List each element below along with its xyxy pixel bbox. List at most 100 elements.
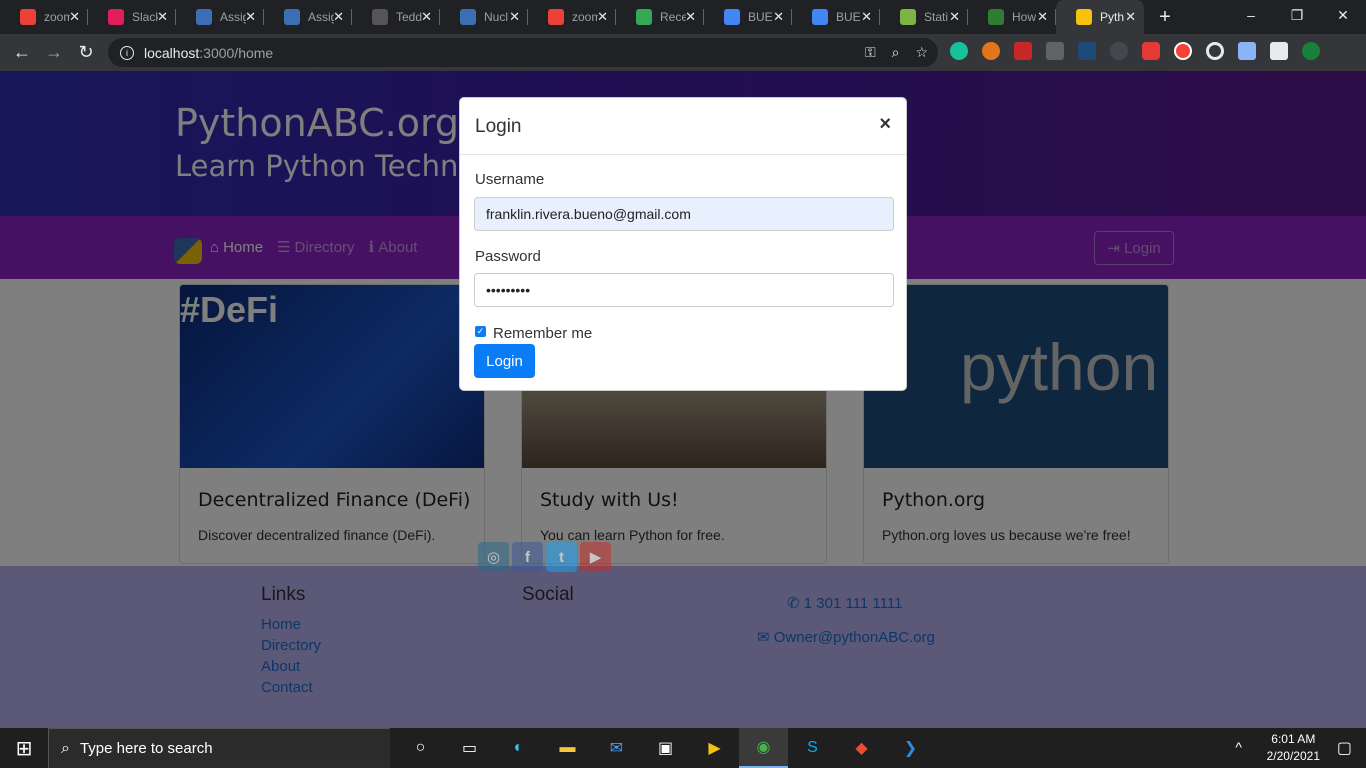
forward-button[interactable]: → bbox=[38, 42, 70, 63]
windows-start-icon[interactable]: ⊞ bbox=[0, 736, 48, 761]
youtube-ext-icon[interactable] bbox=[1142, 42, 1160, 60]
target-ext-icon[interactable] bbox=[1206, 42, 1224, 60]
facebook-icon[interactable]: f bbox=[512, 542, 543, 572]
vscode-icon[interactable]: ❯ bbox=[886, 728, 935, 768]
url-text[interactable]: localhost:3000/home bbox=[144, 45, 273, 61]
close-window-button[interactable]: ✕ bbox=[1320, 0, 1366, 34]
browser-tab[interactable]: Assig✕ bbox=[264, 0, 352, 34]
minimize-button[interactable]: – bbox=[1228, 0, 1274, 34]
extension-red-icon[interactable] bbox=[1014, 42, 1032, 60]
tab-label: Tedd bbox=[396, 10, 422, 24]
edge-icon[interactable]: ◐ bbox=[494, 728, 543, 768]
close-icon[interactable]: × bbox=[879, 113, 891, 136]
modal-header: Login × bbox=[460, 98, 906, 155]
grammarly-icon[interactable] bbox=[950, 42, 968, 60]
tab-close-icon[interactable]: ✕ bbox=[421, 9, 432, 25]
remember-me-label[interactable]: Remember me bbox=[493, 325, 592, 342]
tab-close-icon[interactable]: ✕ bbox=[509, 9, 520, 25]
tab-close-icon[interactable]: ✕ bbox=[685, 9, 696, 25]
browser-tab[interactable]: Nucl ✕ bbox=[440, 0, 528, 34]
browser-tab[interactable]: Stati ✕ bbox=[880, 0, 968, 34]
new-tab-button[interactable]: + bbox=[1150, 6, 1180, 29]
clock-date: 2/20/2021 bbox=[1266, 749, 1320, 763]
browser-tab[interactable]: BUE ✕ bbox=[792, 0, 880, 34]
tab-close-icon[interactable]: ✕ bbox=[69, 9, 80, 25]
site-info-icon[interactable]: i bbox=[120, 45, 134, 60]
tab-close-icon[interactable]: ✕ bbox=[861, 9, 872, 25]
git-icon[interactable]: ◆ bbox=[837, 728, 886, 768]
login-modal: Login × Username franklin.rivera.bueno@g… bbox=[459, 97, 907, 391]
tab-close-icon[interactable]: ✕ bbox=[333, 9, 344, 25]
reload-button[interactable]: ↻ bbox=[70, 42, 102, 63]
browser-tab[interactable]: Pyth ✕ bbox=[1056, 0, 1144, 34]
assign-icon bbox=[284, 9, 300, 25]
nucl-icon bbox=[460, 9, 476, 25]
restore-button[interactable]: ❐ bbox=[1274, 0, 1320, 34]
taskbar-search-box[interactable]: ⌕ Type here to search bbox=[48, 728, 390, 768]
username-field[interactable]: franklin.rivera.bueno@gmail.com bbox=[474, 197, 894, 231]
zoom-icon[interactable]: ⌕ bbox=[892, 44, 900, 61]
bookmark-star-icon[interactable]: ☆ bbox=[915, 44, 928, 61]
browser-tab[interactable]: Tedd ✕ bbox=[352, 0, 440, 34]
notification-icon[interactable]: ▢ bbox=[1337, 738, 1352, 758]
media-icon[interactable]: ▶ bbox=[690, 728, 739, 768]
browser-tab[interactable]: Assig✕ bbox=[176, 0, 264, 34]
record-ext-icon[interactable] bbox=[1174, 42, 1192, 60]
task-view-icon[interactable]: ▭ bbox=[445, 728, 494, 768]
browser-tab[interactable]: zoom ✕ bbox=[0, 0, 88, 34]
mail-icon[interactable]: ✉ bbox=[592, 728, 641, 768]
browser-tab[interactable]: Rece ✕ bbox=[616, 0, 704, 34]
tab-close-icon[interactable]: ✕ bbox=[1125, 9, 1136, 25]
browser-tab[interactable]: How ✕ bbox=[968, 0, 1056, 34]
tab-label: Assig bbox=[220, 10, 246, 24]
twitter-icon[interactable]: t bbox=[546, 542, 577, 572]
tab-close-icon[interactable]: ✕ bbox=[949, 9, 960, 25]
remember-me-checkbox[interactable]: ✓ bbox=[475, 326, 486, 337]
window-controls: – ❐ ✕ bbox=[1228, 0, 1366, 34]
file-explorer-icon[interactable]: ▬ bbox=[543, 728, 592, 768]
store-icon[interactable]: ▣ bbox=[641, 728, 690, 768]
instagram-icon[interactable]: ◎ bbox=[478, 542, 509, 572]
browser-tab[interactable]: Slack✕ bbox=[88, 0, 176, 34]
omnibox-icons: ⚿ ⌕ ☆ bbox=[865, 44, 928, 61]
github-icon bbox=[372, 9, 388, 25]
browser-tab[interactable]: zoom ✕ bbox=[528, 0, 616, 34]
key-icon[interactable]: ⚿ bbox=[865, 44, 876, 61]
cortana-icon[interactable]: ○ bbox=[396, 728, 445, 768]
clock-time: 6:01 AM bbox=[1271, 732, 1316, 746]
tab-label: zoom bbox=[572, 10, 598, 24]
back-button[interactable]: ← bbox=[6, 42, 38, 63]
puzzle-icon[interactable] bbox=[1270, 42, 1288, 60]
tray-chevron-icon[interactable]: ^ bbox=[1235, 739, 1242, 755]
chrome-icon[interactable]: ◉ bbox=[739, 728, 788, 768]
tab-close-icon[interactable]: ✕ bbox=[245, 9, 256, 25]
how-icon bbox=[988, 9, 1004, 25]
tab-label: Assig bbox=[308, 10, 334, 24]
extension-blue-icon[interactable] bbox=[1078, 42, 1096, 60]
browser-tab-strip: zoom✕Slack✕Assig✕Assig✕Tedd✕Nucl✕zoom✕Re… bbox=[0, 0, 1366, 34]
search-placeholder: Type here to search bbox=[79, 740, 213, 757]
tab-close-icon[interactable]: ✕ bbox=[773, 9, 784, 25]
browser-tab[interactable]: BUE ✕ bbox=[704, 0, 792, 34]
metamask-icon[interactable] bbox=[982, 42, 1000, 60]
tab-close-icon[interactable]: ✕ bbox=[1037, 9, 1048, 25]
skype-icon[interactable]: S bbox=[788, 728, 837, 768]
extension-search-icon[interactable] bbox=[1110, 42, 1128, 60]
login-submit-button[interactable]: Login bbox=[474, 344, 535, 378]
taskbar-apps: ○ ▭ ◐ ▬ ✉ ▣ ▶ ◉ S ◆ ❯ bbox=[396, 728, 935, 768]
extensions-bar bbox=[950, 42, 1320, 60]
tab-close-icon[interactable]: ✕ bbox=[597, 9, 608, 25]
stat-icon bbox=[900, 9, 916, 25]
tab-close-icon[interactable]: ✕ bbox=[157, 9, 168, 25]
extension-unknown-icon[interactable] bbox=[1046, 42, 1064, 60]
youtube-icon[interactable]: ▶ bbox=[580, 542, 611, 572]
address-bar[interactable]: i localhost:3000/home ⚿ ⌕ ☆ bbox=[108, 38, 938, 67]
gmail-icon bbox=[20, 9, 36, 25]
extension-tri-icon[interactable] bbox=[1238, 42, 1256, 60]
docs-icon bbox=[812, 9, 828, 25]
profile-avatar[interactable] bbox=[1302, 42, 1320, 60]
taskbar-clock[interactable]: 6:01 AM 2/20/2021 bbox=[1267, 731, 1320, 765]
password-field[interactable]: ••••••••• bbox=[474, 273, 894, 307]
tab-label: How bbox=[1012, 10, 1037, 24]
docs-icon bbox=[724, 9, 740, 25]
